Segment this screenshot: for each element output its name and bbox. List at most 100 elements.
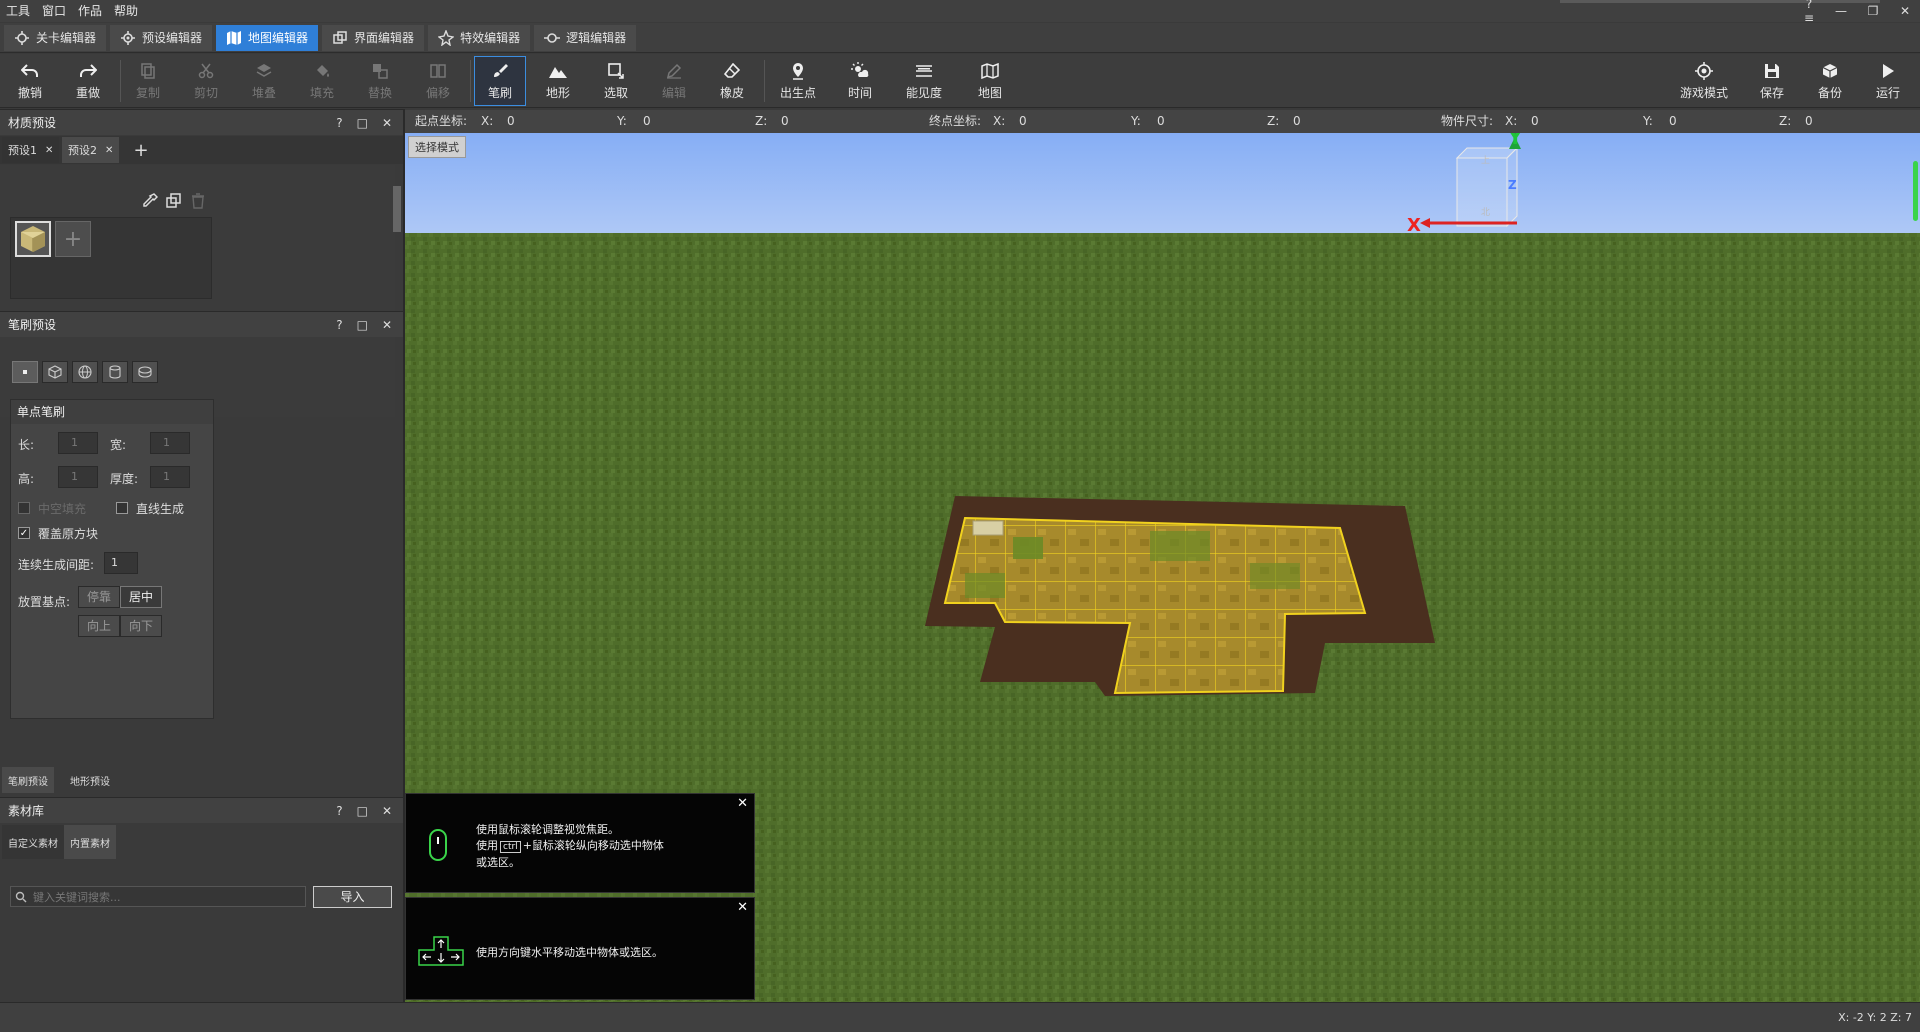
terrain-button[interactable]: 地形 (532, 56, 584, 106)
tab-effects-editor[interactable]: 特效编辑器 (428, 24, 531, 51)
game-mode-button[interactable]: 游戏模式 (1676, 56, 1732, 106)
viewport-3d[interactable]: 选择模式 Y X Z 上 北 ✕ 使用鼠标滚轮调整视觉焦距。 使用 ctrl +鼠标… (405, 133, 1920, 1002)
save-button[interactable]: 保存 (1746, 56, 1798, 106)
fill-button[interactable]: 填充 (296, 56, 348, 106)
backup-button[interactable]: 备份 (1804, 56, 1856, 106)
replace-button[interactable]: 替换 (354, 56, 406, 106)
tab-logic-editor[interactable]: 逻辑编辑器 (534, 24, 637, 51)
base-down-button[interactable]: 向下 (120, 615, 163, 637)
float-panel-icon[interactable]: □ (357, 318, 368, 332)
tab-brush-presets[interactable]: 笔刷预设 (2, 767, 54, 793)
size-z-value[interactable]: 0 (1805, 110, 1813, 133)
start-z-value[interactable]: 0 (781, 110, 789, 133)
start-x-value[interactable]: 0 (507, 110, 515, 133)
select-button[interactable]: 选取 (590, 56, 642, 106)
minimize-button[interactable]: — (1834, 4, 1848, 18)
material-slot-selected[interactable] (15, 221, 51, 257)
orientation-gizmo[interactable] (1400, 133, 1540, 258)
overwrite-checkbox[interactable]: ✓ (18, 527, 30, 539)
end-x-value[interactable]: 0 (1019, 110, 1027, 133)
size-y-label: Y: (1643, 114, 1653, 128)
float-panel-icon[interactable]: □ (357, 116, 368, 130)
tab-ui-editor[interactable]: 界面编辑器 (322, 24, 425, 51)
start-y-value[interactable]: 0 (643, 110, 651, 133)
size-y-value[interactable]: 0 (1669, 110, 1677, 133)
tab-map-editor[interactable]: 地图编辑器 (216, 24, 319, 51)
float-panel-icon[interactable]: □ (357, 804, 368, 818)
cut-button[interactable]: 剪切 (180, 56, 232, 106)
end-y-value[interactable]: 0 (1157, 110, 1165, 133)
eyedropper-icon[interactable] (142, 193, 159, 212)
import-button[interactable]: 导入 (313, 886, 392, 908)
help-icon[interactable]: ? (336, 116, 342, 130)
hollow-checkbox[interactable] (18, 502, 30, 514)
tab-preset-1[interactable]: 预设1 ✕ (2, 137, 60, 163)
close-tab-icon[interactable]: ✕ (105, 145, 113, 156)
help-icon[interactable]: ? (336, 804, 342, 818)
end-z-value[interactable]: 0 (1293, 110, 1301, 133)
width-input[interactable]: 1 (150, 432, 190, 454)
level-icon (14, 30, 30, 46)
brush-shape-disc[interactable] (132, 361, 158, 383)
tab-builtin-assets[interactable]: 内置素材 (64, 825, 116, 859)
interval-input[interactable]: 1 (104, 552, 138, 574)
eraser-label: 橡皮 (719, 86, 744, 100)
size-x-value[interactable]: 0 (1531, 110, 1539, 133)
add-material-slot[interactable]: + (55, 221, 91, 257)
close-panel-icon[interactable]: ✕ (382, 318, 392, 332)
close-panel-icon[interactable]: ✕ (382, 804, 392, 818)
add-preset-button[interactable]: + (124, 137, 158, 163)
scrollbar-thumb[interactable] (393, 186, 401, 232)
run-button[interactable]: 运行 (1862, 56, 1914, 106)
close-tab-icon[interactable]: ✕ (45, 145, 53, 156)
height-input[interactable]: 1 (58, 466, 98, 488)
base-center-button[interactable]: 居中 (120, 586, 163, 608)
brush-shape-cylinder[interactable] (102, 361, 128, 383)
copy-button[interactable]: 复制 (122, 56, 174, 106)
brush-button[interactable]: 笔刷 (474, 56, 526, 106)
thickness-input[interactable]: 1 (150, 466, 190, 488)
sand-block-icon (21, 226, 45, 252)
stack-button[interactable]: 堆叠 (238, 56, 290, 106)
tab-preset-2[interactable]: 预设2 ✕ (62, 137, 120, 163)
menu-tools[interactable]: 工具 (0, 0, 36, 22)
tab-custom-assets[interactable]: 自定义素材 (2, 825, 64, 859)
help-menu-button[interactable]: ?≡ (1802, 0, 1816, 25)
offset-button[interactable]: 偏移 (412, 56, 464, 106)
fill-label: 填充 (309, 86, 334, 100)
menu-window[interactable]: 窗口 (36, 0, 72, 22)
redo-button[interactable]: 重做 (62, 56, 114, 106)
close-window-button[interactable]: ✕ (1898, 4, 1912, 18)
brush-shape-sphere[interactable] (72, 361, 98, 383)
visibility-button[interactable]: 能见度 (898, 56, 950, 106)
tab-terrain-presets[interactable]: 地形预设 (64, 767, 116, 793)
edit-button[interactable]: 编辑 (648, 56, 700, 106)
help-icon[interactable]: ? (336, 318, 342, 332)
close-icon[interactable]: ✕ (737, 796, 748, 811)
game-mode-icon (1694, 61, 1714, 81)
asset-search-box[interactable]: 键入关键词搜索... (10, 886, 306, 907)
length-input[interactable]: 1 (58, 432, 98, 454)
toolbar: 撤销 重做 复制 剪切 堆叠 填充 替换 偏移 笔刷 地形 选取 编辑 橡皮 出… (0, 54, 1920, 108)
menu-works[interactable]: 作品 (72, 0, 108, 22)
map-button[interactable]: 地图 (964, 56, 1016, 106)
eraser-button[interactable]: 橡皮 (706, 56, 758, 106)
time-button[interactable]: 时间 (834, 56, 886, 106)
base-dock-button[interactable]: 停靠 (78, 586, 121, 608)
spawn-point-button[interactable]: 出生点 (772, 56, 824, 106)
tab-preset-editor[interactable]: 预设编辑器 (110, 24, 213, 51)
base-up-button[interactable]: 向上 (78, 615, 121, 637)
brush-shape-point[interactable] (12, 361, 38, 383)
backup-label: 备份 (1817, 86, 1842, 100)
menu-help[interactable]: 帮助 (108, 0, 144, 22)
brush-icon (490, 61, 510, 81)
tab-level-editor[interactable]: 关卡编辑器 (4, 24, 107, 51)
trash-icon[interactable] (191, 193, 205, 212)
close-icon[interactable]: ✕ (737, 900, 748, 915)
duplicate-icon[interactable] (166, 193, 182, 212)
brush-shape-cube[interactable] (42, 361, 68, 383)
close-panel-icon[interactable]: ✕ (382, 116, 392, 130)
undo-button[interactable]: 撤销 (4, 56, 56, 106)
restore-button[interactable]: ❐ (1866, 4, 1880, 18)
line-checkbox[interactable] (116, 502, 128, 514)
